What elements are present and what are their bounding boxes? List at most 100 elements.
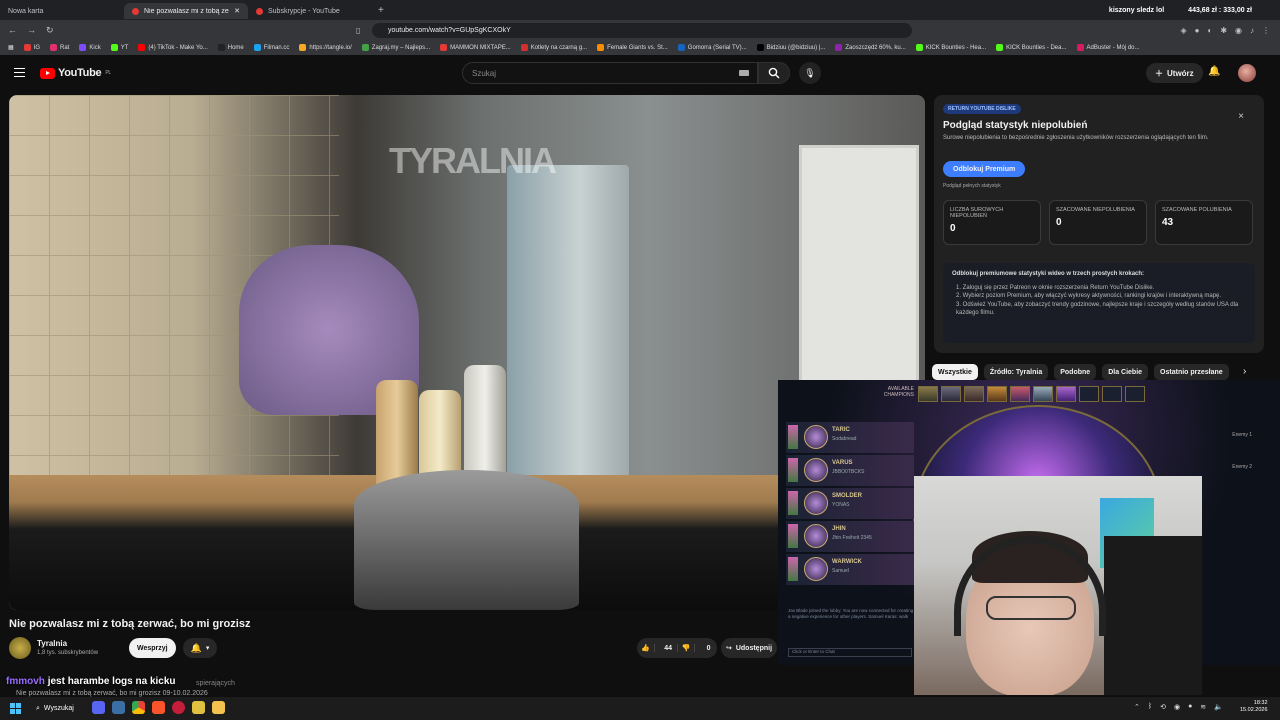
dislike-button[interactable]: 👎 0: [678, 644, 718, 652]
close-icon[interactable]: ×: [1238, 111, 1244, 122]
chip-for-you[interactable]: Dla Ciebie: [1102, 364, 1149, 380]
bookmark-label: Zaoszczędź 60%, ku...: [845, 44, 906, 51]
notifications-icon[interactable]: 🔔: [1208, 66, 1220, 77]
bookmark-icon[interactable]: ▯: [356, 26, 360, 35]
chevron-up-icon[interactable]: ⌃: [1134, 703, 1140, 711]
profile-icon[interactable]: ◉: [1235, 26, 1242, 35]
extension-icon[interactable]: ◈: [1180, 26, 1186, 35]
bookmark-item[interactable]: https://tangle.io/: [299, 44, 352, 51]
tab-video[interactable]: Nie pozwalasz mi z tobą zerw… ✕: [124, 3, 248, 19]
channel-name[interactable]: Tyralnia: [37, 639, 67, 648]
share-button[interactable]: ↪ Udostępnij: [721, 638, 777, 658]
ryd-stats: LICZBA SUROWYCH NIEPOLUBIEŃ 0 SZACOWANE N…: [943, 200, 1253, 245]
puzzle-icon[interactable]: ✱: [1220, 26, 1227, 35]
new-tab-button[interactable]: +: [378, 5, 384, 16]
bookmark-item[interactable]: (4) TikTok - Make Yo...: [138, 44, 208, 51]
date-text: 15.02.2026: [1240, 707, 1268, 713]
youtube-logo[interactable]: YouTube PL: [40, 67, 111, 79]
discord-icon[interactable]: [92, 701, 105, 714]
stat-label: SZACOWANE POLUBIENIA: [1162, 207, 1232, 213]
volume-icon[interactable]: 🔈: [1214, 703, 1223, 711]
bluetooth-icon[interactable]: ᛒ: [1148, 703, 1152, 711]
extension-icon[interactable]: ◐: [1207, 26, 1212, 35]
windows-start-icon[interactable]: [10, 703, 21, 714]
bookmark-label: Zagraj.my – Najleps...: [371, 44, 431, 51]
menu-icon[interactable]: ⋮: [1262, 26, 1270, 35]
join-button[interactable]: Wesprzyj: [129, 638, 176, 658]
wifi-icon[interactable]: ≋: [1200, 703, 1206, 711]
search-button[interactable]: [758, 62, 790, 84]
extension-icon[interactable]: ●: [1195, 26, 1200, 35]
bookmark-icon: [1076, 44, 1084, 51]
keyboard-icon[interactable]: [739, 70, 749, 76]
bookmark-icon: [440, 44, 448, 51]
bookmark-item[interactable]: Rat: [50, 44, 69, 51]
taskbar-search[interactable]: ⌕ Wyszukaj: [36, 701, 86, 716]
chip-related[interactable]: Podobne: [1054, 364, 1097, 380]
preview-link[interactable]: Podgląd pełnych statystyk: [943, 183, 1001, 189]
bookmark-item[interactable]: Home: [217, 44, 244, 51]
tab-subscriptions[interactable]: Subskrypcje - YouTube: [248, 3, 372, 19]
chrome-icon[interactable]: [132, 701, 145, 714]
music-icon[interactable]: ♪: [1250, 26, 1254, 35]
bookmark-item[interactable]: Filman.cc: [253, 44, 289, 51]
bookmark-icon: [520, 44, 528, 51]
bookmark-item[interactable]: KICK Bounties - Hea...: [915, 44, 987, 51]
discord-tray-icon[interactable]: ◉: [1174, 703, 1180, 711]
bookmark-item[interactable]: AdBuster - Mój do...: [1076, 44, 1140, 51]
chip-source[interactable]: Źródło: Tyralnia: [983, 364, 1049, 380]
bookmark-item[interactable]: YT: [110, 44, 128, 51]
stat-value: 0: [1056, 217, 1062, 228]
channel-avatar[interactable]: [9, 637, 31, 659]
opera-icon[interactable]: [172, 701, 185, 714]
back-icon[interactable]: ←: [8, 25, 17, 36]
forward-icon[interactable]: →: [27, 25, 36, 36]
bookmark-item[interactable]: Zagraj.my – Najleps...: [361, 44, 431, 51]
stat-raw-dislikes: LICZBA SUROWYCH NIEPOLUBIEŃ 0: [943, 200, 1041, 245]
bookmark-item[interactable]: Kick: [79, 44, 101, 51]
champion-slot: [941, 386, 961, 402]
champion-name: SMOLDER: [832, 493, 862, 499]
menu-icon[interactable]: [14, 68, 25, 77]
bookmark-item[interactable]: Bidziuu (@bidziuu) |...: [756, 44, 826, 51]
avatar[interactable]: [1238, 64, 1256, 82]
close-icon[interactable]: ✕: [234, 7, 240, 15]
search-input[interactable]: Szukaj: [462, 62, 758, 84]
pick-slot: VARUS JBBO0TBCKS: [786, 455, 914, 486]
chevron-right-icon[interactable]: ›: [1243, 366, 1246, 377]
app-icon[interactable]: [192, 701, 205, 714]
tab-label: Nie pozwalasz mi z tobą zerw…: [144, 7, 229, 15]
folder-icon[interactable]: [212, 701, 225, 714]
bookmark-item[interactable]: Zaoszczędź 60%, ku...: [835, 44, 906, 51]
bookmark-item[interactable]: Gomorra (Serial TV)...: [677, 44, 747, 51]
url-field[interactable]: youtube.com/watch?v=GUpSgKCXOkY: [372, 22, 912, 38]
brave-icon[interactable]: [152, 701, 165, 714]
bookmark-label: KICK Bounties - Hea...: [925, 44, 987, 51]
bookmark-item[interactable]: KICK Bounties - Dea...: [996, 44, 1067, 51]
chip-recent[interactable]: Ostatnio przesłane: [1154, 364, 1229, 380]
subscription-bell-button[interactable]: 🔔 ▾: [183, 638, 217, 658]
bookmark-item[interactable]: MAMMON MIXTAPE...: [440, 44, 511, 51]
chip-all[interactable]: Wszystkie: [932, 364, 978, 380]
clock[interactable]: 18:32 15.02.2026: [1240, 700, 1268, 714]
champion-name: JHIN: [832, 526, 846, 532]
unlock-premium-button[interactable]: Odblokuj Premium: [943, 161, 1026, 177]
reload-icon[interactable]: ↻: [46, 25, 54, 36]
chat-input[interactable]: Click or Enter to Chat: [788, 648, 912, 657]
bookmark-item[interactable]: Female Giants vs. St...: [597, 44, 668, 51]
bookmark-item[interactable]: Kotlety na czarną g...: [520, 44, 587, 51]
app-icon[interactable]: [112, 701, 125, 714]
apps-icon[interactable]: ▦: [8, 44, 14, 51]
bookmark-icon: [835, 44, 843, 51]
create-button[interactable]: ＋ Utwórz: [1146, 63, 1203, 83]
tab-new[interactable]: Nowa karta: [0, 3, 124, 19]
network-icon[interactable]: ⟲: [1160, 703, 1166, 711]
like-button[interactable]: 👍 44: [637, 644, 678, 652]
mic-button[interactable]: 🎙: [799, 62, 821, 84]
bookmark-label: MAMMON MIXTAPE...: [450, 44, 511, 51]
bookmark-item[interactable]: IG: [23, 44, 40, 51]
video-title: Nie pozwalasz mi z tobą zerwać, bo mi gr…: [9, 618, 251, 630]
champion-name: VARUS: [832, 460, 853, 466]
app-tray-icon[interactable]: ●: [1188, 703, 1192, 711]
bookmark-label: Bidziuu (@bidziuu) |...: [766, 44, 826, 51]
